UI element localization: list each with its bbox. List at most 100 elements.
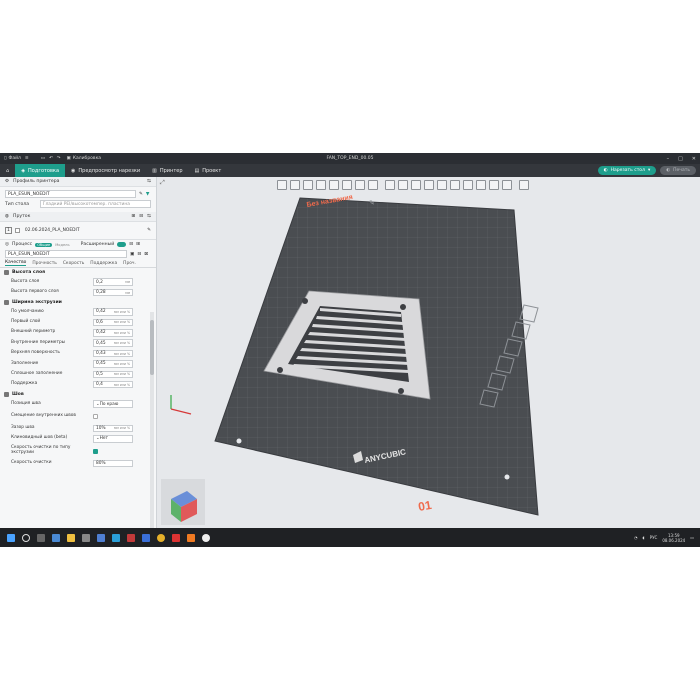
setting-input[interactable]: 0,42 мм или % — [93, 308, 133, 316]
setting-input[interactable]: 80% — [93, 459, 133, 468]
file-menu[interactable]: ▯ Файл — [4, 156, 21, 161]
edit-printer-icon[interactable]: ✎ — [139, 192, 143, 197]
notifications-icon[interactable]: ▭ — [690, 535, 694, 540]
staggered-seam-checkbox[interactable] — [93, 413, 98, 419]
process-subtabs: Качество Прочность Скорость Поддержка Пр… — [0, 259, 156, 268]
tab-printer[interactable]: ▥ Принтер — [146, 164, 188, 177]
printer-profile-select[interactable]: PLA_ESUN_NOEDIT — [5, 190, 136, 198]
calibration-menu[interactable]: ▣ Калибровка — [67, 156, 102, 161]
app-icon-4[interactable] — [97, 533, 105, 542]
filament-slot: 1 — [5, 226, 12, 234]
process-select[interactable]: PLA_ESUN_NOEDIT — [5, 250, 127, 258]
subtab-quality[interactable]: Качество — [5, 260, 27, 266]
reset-process-icon[interactable]: ⊟ — [137, 252, 141, 257]
setting-input[interactable]: 10% мм или % — [93, 424, 133, 433]
maximize-icon[interactable]: □ — [678, 156, 683, 162]
print-button[interactable]: ◐ Печать — [660, 166, 696, 175]
slicer-app-icon[interactable] — [202, 533, 210, 542]
settings-list: Высота слоя Высота слоя 0,2 мм Высота перв… — [0, 268, 150, 468]
app-icon-6[interactable] — [127, 533, 135, 542]
setting-label: Зазор шва — [11, 425, 35, 431]
settings-scrollbar[interactable] — [150, 312, 154, 544]
app-icon-1[interactable] — [52, 533, 60, 542]
language-indicator[interactable]: РУС — [650, 535, 658, 540]
app-icon-5[interactable] — [112, 533, 120, 542]
app-icon-8[interactable] — [172, 533, 180, 542]
setting-input[interactable]: 0,2 мм — [93, 278, 133, 286]
setting-label: Скорость очистки — [11, 459, 52, 465]
advanced-toggle[interactable] — [117, 242, 127, 247]
group-seam: Шов — [0, 390, 150, 399]
chrome-icon[interactable] — [157, 533, 165, 542]
setting-input[interactable]: 0,45 мм или % — [93, 360, 133, 368]
setting-unit: мм или % — [113, 341, 130, 346]
app-icon-2[interactable] — [67, 533, 75, 542]
minimize-icon[interactable]: – — [667, 156, 670, 162]
app-icon-3[interactable] — [82, 533, 90, 542]
process-settings-icon[interactable]: ⊞ — [136, 242, 140, 247]
setting-label: Верхняя поверхность — [11, 350, 60, 356]
subtab-support[interactable]: Поддержка — [90, 261, 117, 266]
view-cube[interactable] — [161, 479, 205, 525]
edit-process-icon[interactable]: ⊠ — [144, 252, 148, 257]
printer-settings-icon[interactable]: ⇆ — [147, 179, 151, 184]
volume-icon[interactable]: ◖ — [643, 535, 645, 540]
subtab-other[interactable]: Проч. — [123, 261, 136, 266]
filament-color-swatch[interactable] — [14, 227, 20, 233]
setting-value: 0,2 — [96, 279, 103, 285]
setting-label: Поддержка — [11, 381, 38, 387]
plate-edit-icon[interactable]: ✎ — [369, 199, 375, 207]
3d-viewport[interactable]: ⤢ Без названия ✎ ANYCUBIC 01 — [157, 177, 700, 547]
process-general-toggle[interactable]: Общие — [35, 242, 53, 247]
slice-plate-button[interactable]: ◐ Нарезать стол ▾ — [597, 166, 657, 175]
scrollbar-thumb[interactable] — [150, 320, 154, 375]
setting-row: Скорость очистки по типу экструзии — [0, 444, 150, 458]
windows-start-icon[interactable] — [7, 533, 15, 542]
process-model-toggle[interactable]: Модель — [55, 243, 69, 247]
subtab-speed[interactable]: Скорость — [63, 261, 84, 266]
home-button[interactable]: ⌂ — [0, 164, 15, 177]
network-icon[interactable]: ◔ — [634, 535, 638, 540]
setting-input[interactable]: 0,45 мм или % — [93, 339, 133, 347]
settings-panel: ⚙ Профиль принтера ⇆ PLA_ESUN_NOEDIT ✎ ▼… — [0, 177, 157, 547]
app-icon-7[interactable] — [142, 533, 150, 542]
calibration-icon: ▣ — [66, 156, 71, 161]
setting-input[interactable]: 0,28 мм — [93, 288, 133, 297]
save-process-icon[interactable]: ▣ — [130, 252, 134, 257]
redo-icon[interactable]: ↷ — [57, 156, 61, 161]
setting-input[interactable]: 0,42 мм или % — [93, 329, 133, 337]
menu-icon[interactable]: ≡ — [25, 156, 29, 161]
undo-icon[interactable]: ↶ — [49, 156, 53, 161]
add-filament-icon[interactable]: ⊞ — [131, 214, 135, 219]
filter-icon[interactable]: ▼ — [146, 192, 150, 197]
title-bar: ▯ Файл ≡ ▭ ↶ ↷ ▣ Калибровка FAN_TOP_END_… — [0, 153, 700, 164]
setting-row: Сплошное заполнение 0,5 мм или % — [0, 369, 150, 379]
remove-filament-icon[interactable]: ⊟ — [139, 214, 143, 219]
subtab-strength[interactable]: Прочность — [32, 261, 57, 266]
search-icon[interactable] — [22, 533, 30, 542]
seam-position-select[interactable]: ⌄ По краю — [93, 400, 133, 408]
bed-type-select[interactable]: Гладкий PEI/высокотемпер. пластина — [39, 200, 151, 208]
task-view-icon[interactable] — [37, 533, 45, 542]
close-icon[interactable]: ✕ — [692, 156, 696, 162]
tab-prepare[interactable]: ◈ Подготовка — [15, 164, 66, 177]
edit-filament-icon[interactable]: ✎ — [147, 228, 151, 233]
setting-input[interactable]: 0,5 мм или % — [93, 370, 133, 379]
tab-preview[interactable]: ◉ Предпросмотр нарезки — [65, 164, 146, 177]
clock[interactable]: 13:59 08.06.2024 — [662, 533, 685, 543]
setting-row: Верхняя поверхность 0,43 мм или % — [0, 348, 150, 358]
new-icon[interactable]: ▭ — [41, 156, 45, 161]
setting-input[interactable]: 0,43 мм или % — [93, 349, 133, 358]
compare-icon[interactable]: ⊟ — [129, 242, 133, 247]
wipe-speed-checkbox[interactable] — [93, 448, 98, 454]
app-icon-9[interactable] — [187, 533, 195, 542]
setting-input[interactable]: 0,6 мм или % — [93, 318, 133, 327]
home-icon: ⌂ — [6, 167, 10, 174]
tab-project[interactable]: ▤ Проект — [189, 164, 228, 177]
filament-select[interactable]: 02.06.2024_PLA_NOEDIT — [23, 226, 144, 234]
scarf-seam-select[interactable]: ⌄ Нет — [93, 435, 133, 443]
filament-settings-icon[interactable]: ⇆ — [147, 214, 151, 219]
setting-input[interactable]: 0,4 мм или % — [93, 380, 133, 389]
tab-bar: ⌂ ◈ Подготовка ◉ Предпросмотр нарезки ▥ … — [0, 164, 700, 177]
setting-row: Первый слой 0,6 мм или % — [0, 317, 150, 327]
